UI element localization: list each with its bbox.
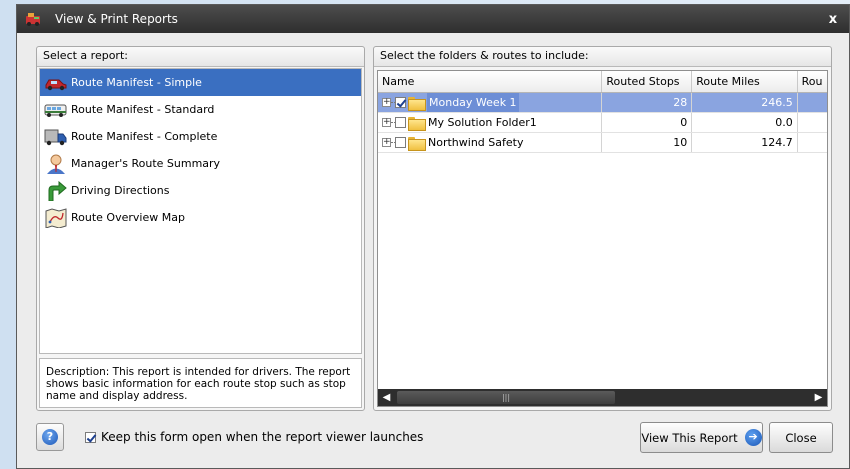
report-item-route-manifest-complete[interactable]: Route Manifest - Complete (40, 123, 361, 150)
report-item-driving-directions[interactable]: Driving Directions (40, 177, 361, 204)
folder-panel-header: Select the folders & routes to include: (374, 47, 831, 67)
report-item-label: Route Manifest - Standard (71, 103, 215, 116)
row-checkbox[interactable] (395, 97, 406, 108)
report-item-route-manifest-simple[interactable]: Route Manifest - Simple (40, 69, 361, 96)
bus-icon (44, 100, 68, 120)
report-description: Description: This report is intended for… (39, 358, 362, 408)
window-title: View & Print Reports (55, 12, 178, 26)
folder-icon (408, 96, 426, 111)
row-checkbox[interactable] (395, 117, 406, 128)
row-checkbox[interactable] (395, 137, 406, 148)
title-bar: View & Print Reports x (17, 5, 849, 33)
column-header-routed-stops[interactable]: Routed Stops (602, 71, 693, 92)
routed-stops-cell: 0 (602, 113, 693, 132)
manager-icon (44, 154, 68, 174)
report-item-label: Route Manifest - Simple (71, 76, 202, 89)
folder-name: Monday Week 1 (427, 93, 519, 112)
scroll-left-icon[interactable]: ◀ (378, 389, 395, 406)
folder-name: My Solution Folder1 (428, 116, 537, 129)
keep-open-checkbox[interactable] (85, 431, 96, 443)
map-icon (44, 207, 68, 229)
name-cell: + Northwind Safety (378, 133, 603, 152)
routed-stops-cell: 28 (602, 93, 693, 112)
keep-open-label: Keep this form open when the report view… (101, 430, 424, 444)
help-button[interactable]: ? (36, 423, 64, 451)
expand-icon[interactable]: + (382, 118, 391, 127)
directions-arrow-icon (44, 180, 68, 201)
horizontal-scrollbar[interactable]: ◀ ||| ▶ (378, 389, 827, 406)
name-cell: + My Solution Folder1 (378, 113, 603, 132)
expand-icon[interactable]: + (382, 98, 391, 107)
folder-route-selection-panel: Select the folders & routes to include: … (373, 46, 832, 411)
report-list: Route Manifest - Simple Route Manifest -… (39, 68, 362, 354)
report-item-route-manifest-standard[interactable]: Route Manifest - Standard (40, 96, 361, 123)
truck-icon (44, 127, 68, 147)
help-icon: ? (42, 429, 58, 445)
truncated-cell (798, 93, 827, 112)
route-miles-cell: 124.7 (692, 133, 798, 152)
keep-open-option[interactable]: Keep this form open when the report view… (85, 430, 423, 444)
column-header-name[interactable]: Name (378, 71, 603, 92)
report-item-label: Route Overview Map (71, 211, 185, 224)
truncated-cell (798, 113, 827, 132)
route-miles-cell: 0.0 (692, 113, 798, 132)
report-item-label: Route Manifest - Complete (71, 130, 218, 143)
report-selection-panel: Select a report: Route Manifest - Simple… (36, 46, 365, 411)
truncated-cell (798, 133, 827, 152)
view-report-label: View This Report (641, 430, 738, 445)
expand-icon[interactable]: + (382, 138, 391, 147)
column-header-route-miles[interactable]: Route Miles (692, 71, 798, 92)
report-panel-header: Select a report: (37, 47, 364, 67)
arrow-right-icon: ➔ (744, 429, 762, 446)
view-report-button[interactable]: View This Report ➔ (640, 422, 763, 453)
report-item-managers-route-summary[interactable]: Manager's Route Summary (40, 150, 361, 177)
report-item-label: Driving Directions (71, 184, 170, 197)
close-button[interactable]: Close (769, 422, 833, 453)
reports-app-icon (25, 12, 41, 26)
routes-grid: Name Routed Stops Route Miles Rou + Mond… (377, 70, 828, 407)
grid-header: Name Routed Stops Route Miles Rou (378, 71, 827, 93)
report-item-route-overview-map[interactable]: Route Overview Map (40, 204, 361, 231)
view-print-reports-window: View & Print Reports x Select a report: … (16, 4, 850, 469)
scroll-track[interactable]: ||| (395, 391, 810, 404)
routed-stops-cell: 10 (602, 133, 693, 152)
table-row[interactable]: + My Solution Folder1 0 0.0 (378, 113, 827, 133)
scroll-right-icon[interactable]: ▶ (810, 389, 827, 406)
folder-name: Northwind Safety (428, 136, 524, 149)
table-row[interactable]: + Monday Week 1 28 246.5 (378, 93, 827, 113)
folder-icon (408, 136, 426, 151)
folder-icon (408, 116, 426, 131)
close-label: Close (785, 430, 817, 445)
column-header-truncated[interactable]: Rou (798, 71, 827, 92)
car-icon (44, 73, 68, 93)
report-item-label: Manager's Route Summary (71, 157, 221, 170)
scroll-thumb[interactable]: ||| (397, 391, 615, 404)
name-cell: + Monday Week 1 (378, 93, 603, 112)
route-miles-cell: 246.5 (692, 93, 798, 112)
close-window-icon[interactable]: x (823, 12, 843, 27)
table-row[interactable]: + Northwind Safety 10 124.7 (378, 133, 827, 153)
